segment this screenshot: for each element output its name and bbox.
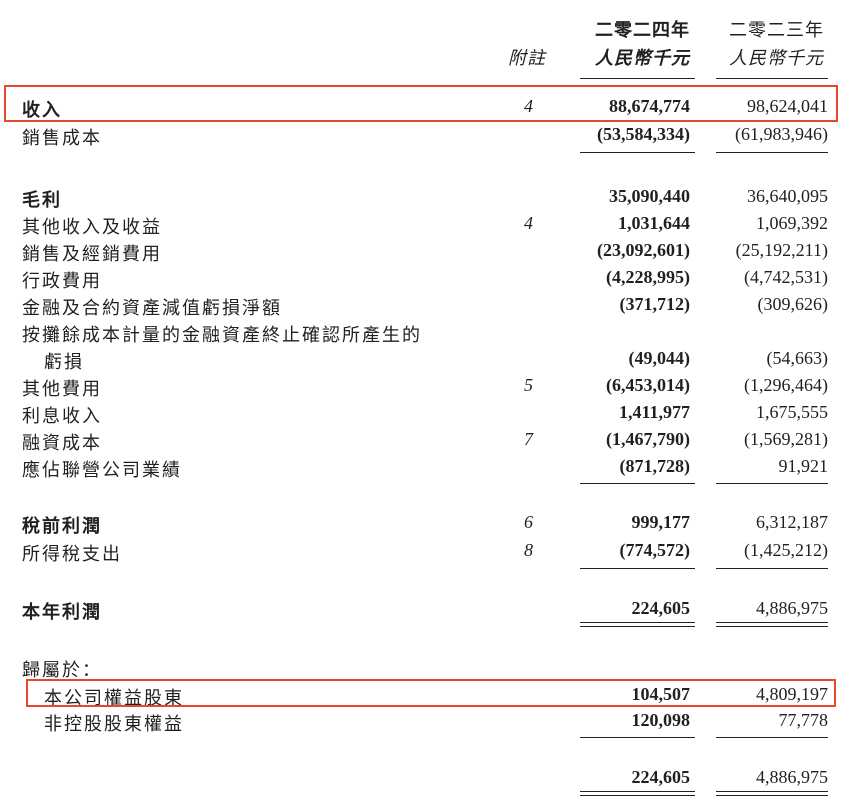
row-current-value: (774,572) — [619, 540, 691, 560]
notes-column-heading: 附註 — [508, 48, 546, 68]
row-label: 行政費用 — [22, 271, 102, 291]
rule-current — [580, 483, 695, 484]
row-non-controlling-interests: 非控股股東權益 120,098 77,778 — [0, 710, 842, 736]
current-unit-heading: 人民幣千元 — [595, 48, 690, 68]
row-current-value: (53,584,334) — [597, 124, 690, 144]
row-interest-income: 利息收入 1,411,977 1,675,555 — [0, 402, 842, 428]
row-prior-value: (54,663) — [766, 348, 829, 368]
row-current-value: 1,411,977 — [618, 402, 690, 422]
row-note: 5 — [524, 375, 533, 395]
row-label: 銷售及經銷費用 — [22, 244, 162, 264]
double-rule-current — [580, 791, 695, 796]
row-label: 其他收入及收益 — [22, 217, 162, 237]
row-prior-value: 1,675,555 — [756, 402, 828, 422]
row-label: 非控股股東權益 — [44, 714, 184, 734]
row-total: 224,605 4,886,975 — [0, 767, 842, 793]
double-rule-prior — [716, 791, 828, 796]
current-year-heading: 二零二四年 — [595, 20, 690, 40]
row-prior-value: (1,296,464) — [744, 375, 828, 395]
row-current-value: 35,090,440 — [609, 186, 690, 206]
row-current-value: (49,044) — [628, 348, 691, 368]
row-current-value: 1,031,644 — [618, 213, 690, 233]
prior-year-heading: 二零二三年 — [729, 20, 824, 40]
row-current-value: (1,467,790) — [606, 429, 690, 449]
row-cost-of-sales: 銷售成本 (53,584,334) (61,983,946) — [0, 124, 842, 150]
row-label: 按攤餘成本計量的金融資產終止確認所產生的 — [22, 325, 422, 345]
row-derecognition-label: 按攤餘成本計量的金融資產終止確認所產生的 — [0, 321, 842, 347]
revenue-highlight-box — [4, 85, 838, 122]
row-label: 毛利 — [22, 190, 62, 210]
row-gross-profit: 毛利 35,090,440 36,640,095 — [0, 186, 842, 212]
row-prior-value: (309,626) — [757, 294, 829, 314]
row-prior-value: 91,921 — [778, 456, 829, 476]
row-income-tax: 所得稅支出 8 (774,572) (1,425,212) — [0, 540, 842, 566]
row-prior-value: (25,192,211) — [735, 240, 828, 260]
rule-prior — [716, 483, 828, 484]
row-label: 應佔聯營公司業績 — [22, 460, 182, 480]
row-prior-value: 6,312,187 — [756, 512, 828, 532]
row-note: 8 — [524, 540, 533, 560]
row-label: 利息收入 — [22, 406, 102, 426]
row-current-value: (23,092,601) — [597, 240, 690, 260]
row-selling-expenses: 銷售及經銷費用 (23,092,601) (25,192,211) — [0, 240, 842, 266]
row-current-value: (4,228,995) — [606, 267, 690, 287]
prior-unit-heading: 人民幣千元 — [729, 48, 824, 68]
row-prior-value: (1,425,212) — [744, 540, 828, 560]
row-other-income: 其他收入及收益 4 1,031,644 1,069,392 — [0, 213, 842, 239]
row-label: 融資成本 — [22, 433, 102, 453]
row-share-of-associates: 應佔聯營公司業績 (871,728) 91,921 — [0, 456, 842, 482]
row-prior-value: (61,983,946) — [735, 124, 828, 144]
header-rule-prior — [716, 78, 828, 79]
rule-current — [580, 568, 695, 569]
row-label: 所得稅支出 — [22, 544, 122, 564]
rule-prior — [716, 152, 828, 153]
double-rule-current — [580, 622, 695, 627]
row-prior-value: 77,778 — [778, 710, 829, 730]
row-prior-value: 1,069,392 — [756, 213, 828, 233]
header-rule-current — [580, 78, 695, 79]
row-profit-before-tax: 稅前利潤 6 999,177 6,312,187 — [0, 512, 842, 538]
row-note: 6 — [524, 512, 533, 532]
rule-current — [580, 737, 695, 738]
row-prior-value: (4,742,531) — [744, 267, 828, 287]
row-current-value: 224,605 — [631, 767, 691, 787]
row-impairment-losses: 金融及合約資產減值虧損淨額 (371,712) (309,626) — [0, 294, 842, 320]
row-current-value: 120,098 — [631, 710, 691, 730]
row-admin-expenses: 行政費用 (4,228,995) (4,742,531) — [0, 267, 842, 293]
row-prior-value: (1,569,281) — [744, 429, 828, 449]
row-other-expenses: 其他費用 5 (6,453,014) (1,296,464) — [0, 375, 842, 401]
row-derecognition-loss: 虧損 (49,044) (54,663) — [0, 348, 842, 374]
row-prior-value: 4,886,975 — [756, 598, 828, 618]
row-label: 銷售成本 — [22, 128, 102, 148]
row-finance-costs: 融資成本 7 (1,467,790) (1,569,281) — [0, 429, 842, 455]
row-label: 稅前利潤 — [22, 516, 102, 536]
row-label: 虧損 — [44, 352, 84, 372]
row-current-value: (6,453,014) — [606, 375, 690, 395]
row-current-value: (871,728) — [619, 456, 691, 476]
row-current-value: 999,177 — [631, 512, 691, 532]
rule-prior — [716, 568, 828, 569]
row-note: 7 — [524, 429, 533, 449]
rule-prior — [716, 737, 828, 738]
row-prior-value: 36,640,095 — [747, 186, 828, 206]
row-label: 其他費用 — [22, 379, 102, 399]
double-rule-prior — [716, 622, 828, 627]
row-current-value: (371,712) — [619, 294, 691, 314]
row-current-value: 224,605 — [631, 598, 691, 618]
row-prior-value: 4,886,975 — [756, 767, 828, 787]
row-label: 金融及合約資產減值虧損淨額 — [22, 298, 282, 318]
row-profit-for-year: 本年利潤 224,605 4,886,975 — [0, 598, 842, 624]
equity-shareholders-highlight-box — [26, 679, 836, 707]
rule-current — [580, 152, 695, 153]
row-note: 4 — [524, 213, 533, 233]
row-label: 本年利潤 — [22, 602, 102, 622]
